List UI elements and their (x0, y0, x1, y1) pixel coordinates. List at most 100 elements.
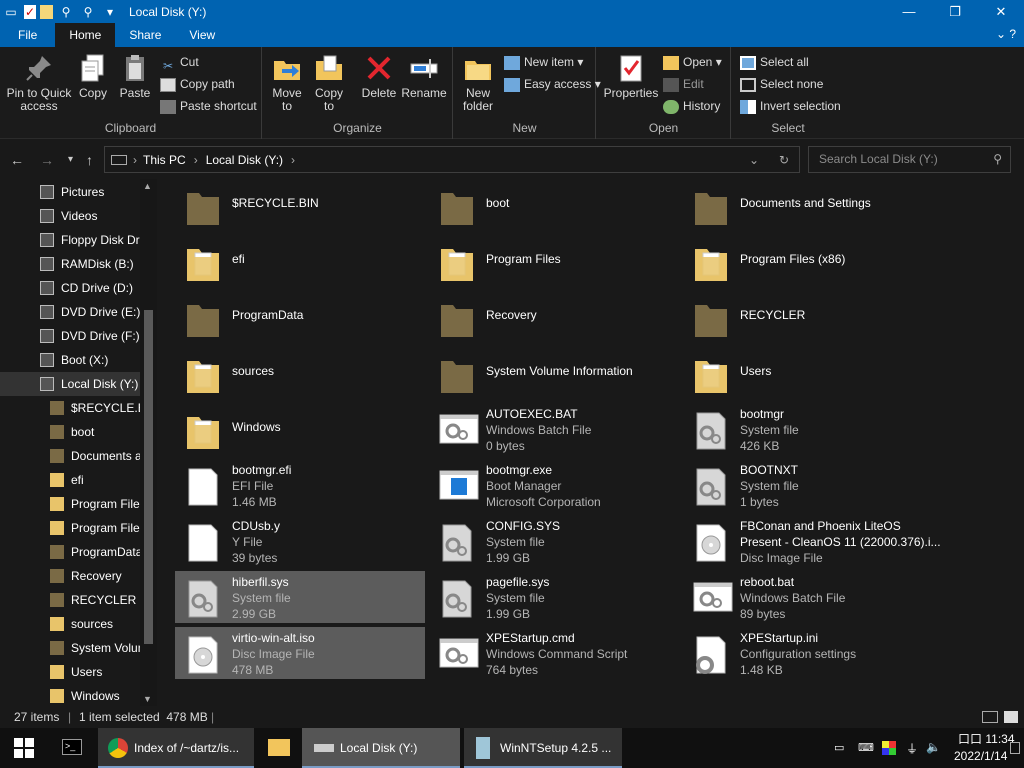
new-item-button[interactable]: New item ▾ (504, 52, 583, 72)
nav-item[interactable]: System Volun (0, 636, 157, 660)
file-item[interactable]: System Volume Information (429, 347, 679, 399)
easy-access-button[interactable]: Easy access ▾ (504, 74, 601, 94)
large-icons-view-icon[interactable] (1004, 711, 1018, 723)
nav-scroll-thumb[interactable] (144, 310, 153, 644)
nav-item[interactable]: DVD Drive (F:) I (0, 324, 157, 348)
taskbar-local-disk[interactable]: Local Disk (Y:) (302, 728, 460, 768)
start-button[interactable] (0, 728, 48, 768)
up-arrow-icon[interactable]: ↑ (86, 152, 93, 168)
minimize-button[interactable]: — (886, 0, 932, 23)
pin-to-quick-access-button[interactable]: Pin to Quick access (4, 53, 74, 113)
move-to-button[interactable]: Move to (269, 53, 305, 113)
nav-item[interactable]: Program Files (0, 516, 157, 540)
file-item[interactable]: Users (683, 347, 933, 399)
cut-button[interactable]: ✂ Cut (160, 52, 199, 73)
drive-icon[interactable]: ▭ (2, 3, 20, 21)
file-item[interactable]: boot (429, 179, 679, 231)
select-all-button[interactable]: Select all (740, 52, 809, 72)
copy-path-button[interactable]: Copy path (160, 74, 235, 94)
nav-item[interactable]: Videos (0, 204, 157, 228)
file-item[interactable]: hiberfil.sys System file 2.99 GB (175, 571, 425, 623)
file-item[interactable]: BOOTNXT System file 1 bytes (683, 459, 933, 511)
volume-mute-icon[interactable]: 🔈 (926, 740, 941, 754)
file-item[interactable]: virtio-win-alt.iso Disc Image File 478 MB (175, 627, 425, 679)
file-item[interactable]: Program Files (429, 235, 679, 287)
file-item[interactable]: AUTOEXEC.BAT Windows Batch File 0 bytes (429, 403, 679, 455)
properties-quick-icon[interactable]: ✓ (24, 4, 36, 19)
usb-icon[interactable]: ⏚ (906, 740, 918, 757)
nav-item[interactable]: Boot (X:) (0, 348, 157, 372)
nav-item[interactable]: DVD Drive (E:) \ (0, 300, 157, 324)
nav-item[interactable]: boot (0, 420, 157, 444)
history-button[interactable]: History (663, 96, 720, 116)
file-item[interactable]: $RECYCLE.BIN (175, 179, 425, 231)
tab-view[interactable]: View (175, 23, 229, 47)
close-button[interactable]: ✕ (978, 0, 1024, 23)
pin-quick-icon[interactable]: ⚲ (57, 3, 75, 21)
notifications-icon[interactable] (1010, 742, 1020, 754)
breadcrumb-current[interactable]: Local Disk (Y:) (206, 153, 283, 167)
nav-item[interactable]: RECYCLER (0, 588, 157, 612)
recent-locations-chevron-icon[interactable]: ▾ (68, 154, 73, 165)
refresh-icon[interactable]: ↻ (779, 153, 789, 167)
file-item[interactable]: bootmgr.exe Boot Manager Microsoft Corpora… (429, 459, 679, 511)
keyboard-icon[interactable]: ⌨ (858, 741, 874, 754)
file-item[interactable]: Documents and Settings (683, 179, 933, 231)
nav-item[interactable]: Program Files (0, 492, 157, 516)
nav-item[interactable]: Pictures (0, 180, 157, 204)
network-icon[interactable]: ▭ (834, 741, 844, 754)
details-view-icon[interactable] (982, 711, 998, 723)
clock-time[interactable]: 口口 11:34 (958, 732, 1015, 746)
copy-button[interactable]: Copy (76, 53, 110, 100)
invert-selection-button[interactable]: Invert selection (740, 96, 841, 116)
file-item[interactable]: RECYCLER (683, 291, 933, 343)
file-item[interactable]: FBConan and Phoenix LiteOS Present - Clea… (683, 515, 941, 567)
paste-button[interactable]: Paste (117, 53, 153, 100)
nav-item[interactable]: Documents a (0, 444, 157, 468)
tab-share[interactable]: Share (115, 23, 175, 47)
file-item[interactable]: bootmgr System file 426 KB (683, 403, 933, 455)
file-item[interactable]: XPEStartup.ini Configuration settings 1.48… (683, 627, 933, 679)
file-item[interactable]: efi (175, 235, 425, 287)
edit-button[interactable]: Edit (663, 74, 704, 94)
file-item[interactable]: CDUsb.y Y File 39 bytes (175, 515, 425, 567)
address-dropdown-icon[interactable]: ⌄ (749, 153, 759, 167)
file-item[interactable]: ProgramData (175, 291, 425, 343)
scroll-up-icon[interactable]: ▲ (143, 181, 152, 191)
new-folder-button[interactable]: New folder (460, 53, 496, 113)
nav-item[interactable]: sources (0, 612, 157, 636)
forward-arrow-icon[interactable]: → (40, 152, 54, 168)
customize-quick-access-icon[interactable]: ▾ (101, 3, 119, 21)
nav-item[interactable]: ProgramData (0, 540, 157, 564)
rename-button[interactable]: Rename (401, 53, 447, 100)
file-item[interactable]: Recovery (429, 291, 679, 343)
nav-item[interactable]: Windows (0, 684, 157, 706)
nav-item[interactable]: $RECYCLE.BIN (0, 396, 157, 420)
help-icon[interactable]: ⌄ ? (996, 27, 1016, 41)
nav-item[interactable]: Recovery (0, 564, 157, 588)
undo-quick-icon[interactable]: ⚲ (79, 3, 97, 21)
taskbar-file-explorer[interactable] (256, 728, 300, 768)
scroll-down-icon[interactable]: ▼ (143, 694, 152, 704)
file-item[interactable]: XPEStartup.cmd Windows Command Script 764 … (429, 627, 679, 679)
taskbar-cmd[interactable]: >_ (50, 728, 94, 768)
tab-home[interactable]: Home (55, 23, 116, 47)
file-item[interactable]: bootmgr.efi EFI File 1.46 MB (175, 459, 425, 511)
nav-item[interactable]: RAMDisk (B:) (0, 252, 157, 276)
breadcrumb-this-pc[interactable]: This PC (143, 153, 186, 167)
nav-item[interactable]: Floppy Disk Dri (0, 228, 157, 252)
tab-file[interactable]: File (0, 23, 55, 47)
back-arrow-icon[interactable]: ← (10, 152, 24, 168)
maximize-button[interactable]: ❐ (932, 0, 978, 23)
nav-item[interactable]: Local Disk (Y:) (0, 372, 157, 396)
taskbar-winntsetup[interactable]: WinNTSetup 4.2.5 ... (464, 728, 622, 768)
taskbar-chrome[interactable]: Index of /~dartz/is... (98, 728, 254, 768)
color-icon[interactable] (882, 741, 896, 755)
copy-to-button[interactable]: Copy to (311, 53, 347, 113)
select-none-button[interactable]: Select none (740, 74, 823, 94)
open-button[interactable]: Open ▾ (663, 52, 722, 72)
paste-shortcut-button[interactable]: Paste shortcut (160, 96, 257, 116)
new-folder-quick-icon[interactable] (40, 4, 53, 19)
file-item[interactable]: reboot.bat Windows Batch File 89 bytes (683, 571, 933, 623)
clock-date[interactable]: 2022/1/14 (954, 749, 1007, 763)
